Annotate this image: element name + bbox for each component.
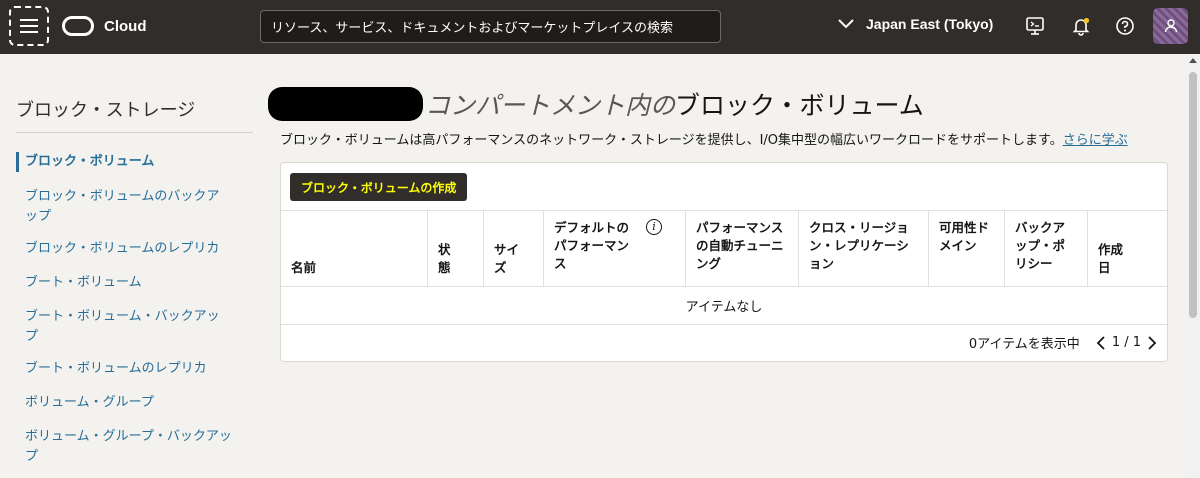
hamburger-icon [20,19,38,33]
table-header: 名前 状態 サイズ デフォルトのパフォーマンス i パフォーマンスの自動チューニ… [281,210,1167,287]
column-header-name[interactable]: 名前 [281,211,428,287]
search-placeholder: リソース、サービス、ドキュメントおよびマーケットプレイスの検索 [271,21,673,36]
region-selector[interactable]: Japan East (Tokyo) [838,16,993,32]
user-avatar-button[interactable] [1153,8,1188,44]
user-icon [1164,19,1177,33]
description-text: ブロック・ボリュームは高パフォーマンスのネットワーク・ストレージを提供し、I/O… [280,133,1063,148]
help-button[interactable] [1114,15,1136,37]
table-footer: 0アイテムを表示中 1 / 1 [969,333,1157,352]
hamburger-menu-button[interactable] [9,6,49,46]
column-header-state[interactable]: 状態 [428,211,484,287]
sidebar-item-block-volume-replicas[interactable]: ブロック・ボリュームのレプリカ [16,239,246,259]
page-description: ブロック・ボリュームは高パフォーマンスのネットワーク・ストレージを提供し、I/O… [280,129,1128,148]
chevron-left-icon [1096,335,1105,350]
scroll-up-arrow-icon[interactable] [1189,58,1197,63]
column-header-backup-policy[interactable]: バックアップ・ポリシー [1005,211,1088,287]
top-header: Cloud リソース、サービス、ドキュメントおよびマーケットプレイスの検索 Ja… [0,0,1200,54]
sidebar-item-volume-groups[interactable]: ボリューム・グループ [16,393,246,413]
cloud-shell-button[interactable] [1024,15,1046,37]
oracle-logo-icon [62,16,94,36]
redacted-compartment-name [268,87,423,121]
cloud-shell-icon [1026,17,1044,35]
sidebar-item-boot-volume-backups[interactable]: ブート・ボリューム・バックアップ [16,307,226,347]
page-scrollbar[interactable] [1186,54,1200,478]
next-page-button[interactable] [1147,335,1157,351]
sidebar-item-block-volumes[interactable]: ブロック・ボリューム [16,152,246,172]
block-volumes-table-panel: ブロック・ボリュームの作成 名前 状態 サイズ デフォルトのパフォーマンス i … [280,162,1168,362]
sidebar-item-volume-group-backups[interactable]: ボリューム・グループ・バックアップ [16,427,236,467]
sidebar-item-boot-volumes[interactable]: ブート・ボリューム [16,273,246,293]
help-icon [1116,17,1134,35]
page-title: コンパートメント内の ブロック・ボリューム [268,86,924,122]
info-icon[interactable]: i [646,219,662,235]
sidebar-divider [16,132,253,133]
sidebar-title: ブロック・ストレージ [16,100,196,121]
column-header-created[interactable]: 作成日 [1088,211,1167,287]
chevron-down-icon [838,19,854,29]
create-block-volume-button[interactable]: ブロック・ボリュームの作成 [290,173,468,201]
previous-page-button[interactable] [1096,335,1106,351]
column-header-availability-domain[interactable]: 可用性ドメイン [929,211,1005,287]
column-header-size[interactable]: サイズ [484,211,544,287]
search-input[interactable]: リソース、サービス、ドキュメントおよびマーケットプレイスの検索 [260,10,721,43]
region-label: Japan East (Tokyo) [866,16,994,32]
sidebar-item-block-volume-backups[interactable]: ブロック・ボリュームのバックアップ [16,187,231,227]
empty-table-message: アイテムなし [281,287,1167,325]
learn-more-link[interactable]: さらに学ぶ [1063,133,1128,148]
sidebar-item-boot-volume-replicas[interactable]: ブート・ボリュームのレプリカ [16,359,246,379]
pagination-indicator: 1 / 1 [1111,335,1141,350]
sidebar: ブロック・ストレージ ブロック・ボリューム ブロック・ボリュームのバックアップ … [0,54,260,478]
brand-label: Cloud [104,17,147,35]
bell-icon [1072,17,1090,36]
column-header-performance-auto-tuning[interactable]: パフォーマンスの自動チューニング [686,211,799,287]
page-title-compartment-prefix: コンパートメント内の [425,91,676,120]
column-header-cross-region-replication[interactable]: クロス・リージョン・レプリケーション [799,211,929,287]
notifications-button[interactable] [1070,15,1092,37]
page-title-text: ブロック・ボリューム [675,91,924,120]
chevron-right-icon [1148,335,1157,350]
item-count-text: 0アイテムを表示中 [968,337,1080,352]
scrollbar-thumb[interactable] [1189,72,1197,318]
oracle-cloud-logo[interactable]: Cloud [62,16,147,36]
column-header-default-performance[interactable]: デフォルトのパフォーマンス i [544,211,686,287]
